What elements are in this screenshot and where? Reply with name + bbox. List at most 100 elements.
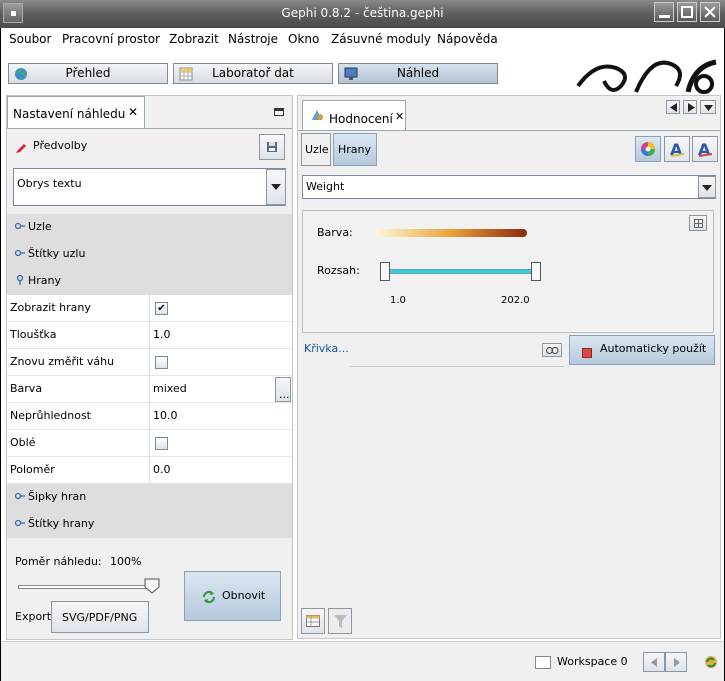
label-size-button[interactable]: A — [692, 136, 718, 162]
minimize-panel-icon[interactable] — [274, 108, 284, 116]
preview-button[interactable]: Náhled — [338, 63, 498, 84]
section-nodes[interactable]: Uzle — [7, 214, 292, 241]
prop-radius-label: Poloměr — [10, 463, 55, 476]
node-icon — [15, 222, 25, 230]
ranking-table-button[interactable] — [301, 608, 325, 634]
chevron-down-icon — [271, 184, 281, 190]
tab-scroll-right-button[interactable] — [683, 100, 697, 114]
section-edge-arrows-label: Šipky hran — [28, 490, 87, 503]
section-edges-label: Hrany — [28, 274, 62, 287]
range-slider-track[interactable] — [385, 269, 535, 274]
color-edit-button[interactable]: ... — [275, 377, 291, 402]
rescale-weight-checkbox[interactable] — [155, 356, 168, 369]
menu-bar: Soubor Pracovní prostor Zobrazit Nástroj… — [1, 28, 724, 50]
close-button[interactable] — [700, 2, 720, 22]
maximize-button[interactable] — [677, 2, 697, 22]
color-value[interactable]: mixed — [153, 382, 187, 395]
menu-window[interactable]: Okno — [288, 32, 319, 46]
ratio-slider-track[interactable] — [18, 585, 153, 589]
window-title: Gephi 0.8.2 - čeština.gephi — [281, 6, 444, 20]
refresh-icon — [202, 590, 216, 604]
workspace-prev-button[interactable] — [643, 652, 665, 672]
minimize-icon — [659, 15, 670, 18]
show-edges-checkbox[interactable]: ✔ — [155, 302, 168, 315]
curve-link[interactable]: Křivka... — [304, 342, 349, 355]
tab-preview-settings[interactable]: Nastavení náhledu ✕ — [7, 96, 145, 128]
subtab-nodes[interactable]: Uzle — [301, 133, 331, 166]
ratio-value: 100% — [110, 555, 142, 568]
chevron-left-icon — [670, 103, 677, 112]
menu-tools[interactable]: Nástroje — [228, 32, 278, 46]
prop-rescale-weight: Znovu změřit váhu — [7, 349, 292, 376]
prop-thickness-label: Tloušťka — [10, 328, 57, 341]
section-node-labels[interactable]: Štítky uzlu — [7, 241, 292, 268]
record-icon — [582, 348, 592, 358]
tab-scroll-left-button[interactable] — [666, 100, 680, 114]
node-icon — [15, 519, 25, 527]
ratio-label: Poměr náhledu: — [15, 555, 102, 568]
link-button[interactable] — [542, 343, 562, 357]
funnel-icon — [334, 615, 347, 628]
prop-rescale-weight-label: Znovu změřit váhu — [10, 355, 115, 368]
menu-workspace[interactable]: Pracovní prostor — [62, 32, 160, 46]
preset-select-value: Obrys textu — [17, 177, 82, 190]
update-icon[interactable] — [703, 654, 719, 670]
auto-apply-label: Automaticky použít — [600, 342, 707, 355]
menu-plugins[interactable]: Zásuvné moduly — [331, 32, 431, 46]
save-preset-button[interactable] — [259, 134, 285, 160]
chevron-down-icon — [704, 105, 713, 111]
data-laboratory-button[interactable]: Laboratoř dat — [173, 63, 333, 84]
range-slider-max-handle[interactable] — [531, 262, 541, 281]
curved-checkbox[interactable] — [155, 437, 168, 450]
node-icon — [15, 249, 25, 257]
close-tab-icon[interactable]: ✕ — [128, 105, 138, 119]
auto-apply-button[interactable]: Automaticky použít — [569, 335, 715, 365]
range-slider-min-handle[interactable] — [380, 262, 390, 281]
attribute-select[interactable]: Weight — [302, 175, 716, 199]
preview-settings-panel: Nastavení náhledu ✕ Předvolby Obrys text… — [6, 95, 293, 640]
menu-view[interactable]: Zobrazit — [169, 32, 219, 46]
section-nodes-label: Uzle — [28, 220, 52, 233]
overview-button[interactable]: Přehled — [8, 63, 168, 84]
tab-list-button[interactable] — [700, 100, 716, 114]
gephi-logo — [576, 56, 724, 94]
close-tab-icon[interactable]: ✕ — [395, 110, 404, 123]
export-button[interactable]: SVG/PDF/PNG — [51, 601, 149, 633]
color-wheel-icon — [641, 142, 655, 156]
menu-help[interactable]: Nápověda — [437, 32, 498, 46]
tab-ranking-label: Hodnocení — [329, 112, 393, 126]
minimize-button[interactable] — [654, 2, 674, 22]
palette-button[interactable] — [689, 215, 707, 231]
text-size-icon: A — [698, 140, 713, 158]
section-edges[interactable]: Hrany — [7, 268, 292, 295]
prop-color: Barva mixed ... — [7, 376, 292, 403]
menu-file[interactable]: Soubor — [9, 32, 51, 46]
data-laboratory-label: Laboratoř dat — [212, 66, 294, 80]
preset-select[interactable]: Obrys textu — [13, 168, 286, 206]
prop-curved-label: Oblé — [10, 436, 36, 449]
section-edge-labels[interactable]: Štítky hrany — [7, 511, 292, 538]
tab-ranking[interactable]: Hodnocení ✕ — [302, 100, 406, 130]
filter-button[interactable] — [328, 608, 352, 634]
preset-dropdown-button[interactable] — [266, 169, 286, 205]
expanded-node-icon — [16, 275, 24, 285]
range-label: Rozsah: — [317, 264, 360, 277]
ranking-icon — [312, 110, 323, 120]
section-edge-arrows[interactable]: Šipky hran — [7, 484, 292, 511]
table-icon — [306, 615, 320, 627]
close-icon — [704, 6, 716, 18]
subtab-edges[interactable]: Hrany — [333, 133, 377, 166]
thickness-value[interactable]: 1.0 — [153, 328, 171, 341]
color-ranking-button[interactable] — [635, 136, 661, 162]
color-gradient-label: Barva: — [317, 226, 353, 239]
subtab-nodes-label: Uzle — [305, 143, 329, 156]
workspace-next-button[interactable] — [665, 652, 687, 672]
attribute-dropdown-button[interactable] — [698, 176, 716, 198]
label-color-button[interactable]: A — [664, 136, 690, 162]
link-icon — [546, 347, 559, 354]
ratio-slider-thumb[interactable] — [144, 578, 160, 594]
color-gradient-bar[interactable] — [376, 229, 527, 237]
radius-value[interactable]: 0.0 — [153, 463, 171, 476]
opacity-value[interactable]: 10.0 — [153, 409, 178, 422]
refresh-button[interactable]: Obnovit — [184, 571, 281, 621]
